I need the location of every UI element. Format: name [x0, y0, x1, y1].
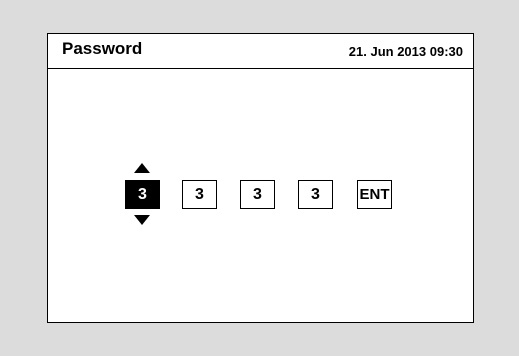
decrement-digit-arrow[interactable]: [134, 215, 150, 225]
password-digit-3[interactable]: 3: [240, 180, 275, 209]
password-screen: Password 21. Jun 2013 09:30 3 3 3 3 ENT: [47, 33, 474, 323]
password-digit-2[interactable]: 3: [182, 180, 217, 209]
datetime-display: 21. Jun 2013 09:30: [348, 44, 463, 59]
enter-button[interactable]: ENT: [357, 180, 392, 209]
header-bar: Password 21. Jun 2013 09:30: [48, 34, 473, 69]
password-digit-4[interactable]: 3: [298, 180, 333, 209]
increment-digit-arrow[interactable]: [134, 163, 150, 173]
triangle-down-icon: [134, 215, 150, 225]
page-title: Password: [62, 39, 143, 58]
triangle-up-icon: [134, 163, 150, 173]
password-digit-1[interactable]: 3: [125, 180, 160, 209]
